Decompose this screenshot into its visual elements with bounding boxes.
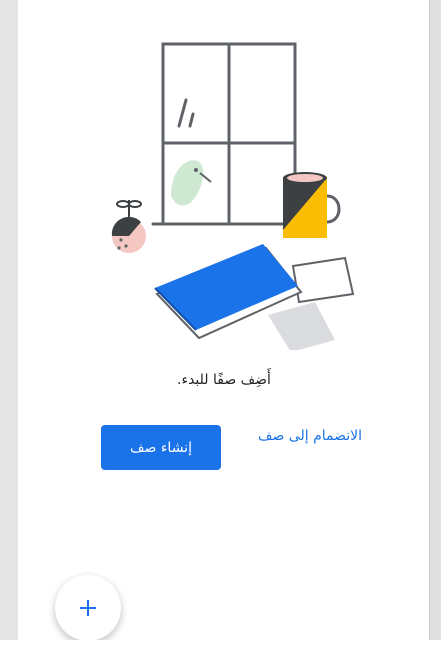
fruit-illustration bbox=[111, 200, 146, 253]
empty-state-illustration bbox=[111, 42, 355, 350]
create-class-button[interactable]: إنشاء صف bbox=[101, 425, 221, 470]
app-frame: أَضِف صفًا للبدء. الانضمام إلى صف إنشاء … bbox=[0, 0, 441, 654]
notebook-illustration bbox=[154, 244, 355, 350]
plus-icon bbox=[80, 600, 96, 616]
right-edge bbox=[429, 0, 441, 654]
bird-illustration bbox=[171, 160, 212, 206]
left-edge bbox=[0, 0, 19, 640]
add-class-fab[interactable] bbox=[55, 575, 121, 641]
classes-panel: أَضِف صفًا للبدء. الانضمام إلى صف إنشاء … bbox=[18, 0, 430, 641]
mug-illustration bbox=[283, 172, 341, 238]
bottom-edge bbox=[0, 640, 441, 654]
empty-state-message: أَضِف صفًا للبدء. bbox=[177, 372, 271, 388]
join-class-link[interactable]: الانضمام إلى صف bbox=[245, 428, 375, 444]
